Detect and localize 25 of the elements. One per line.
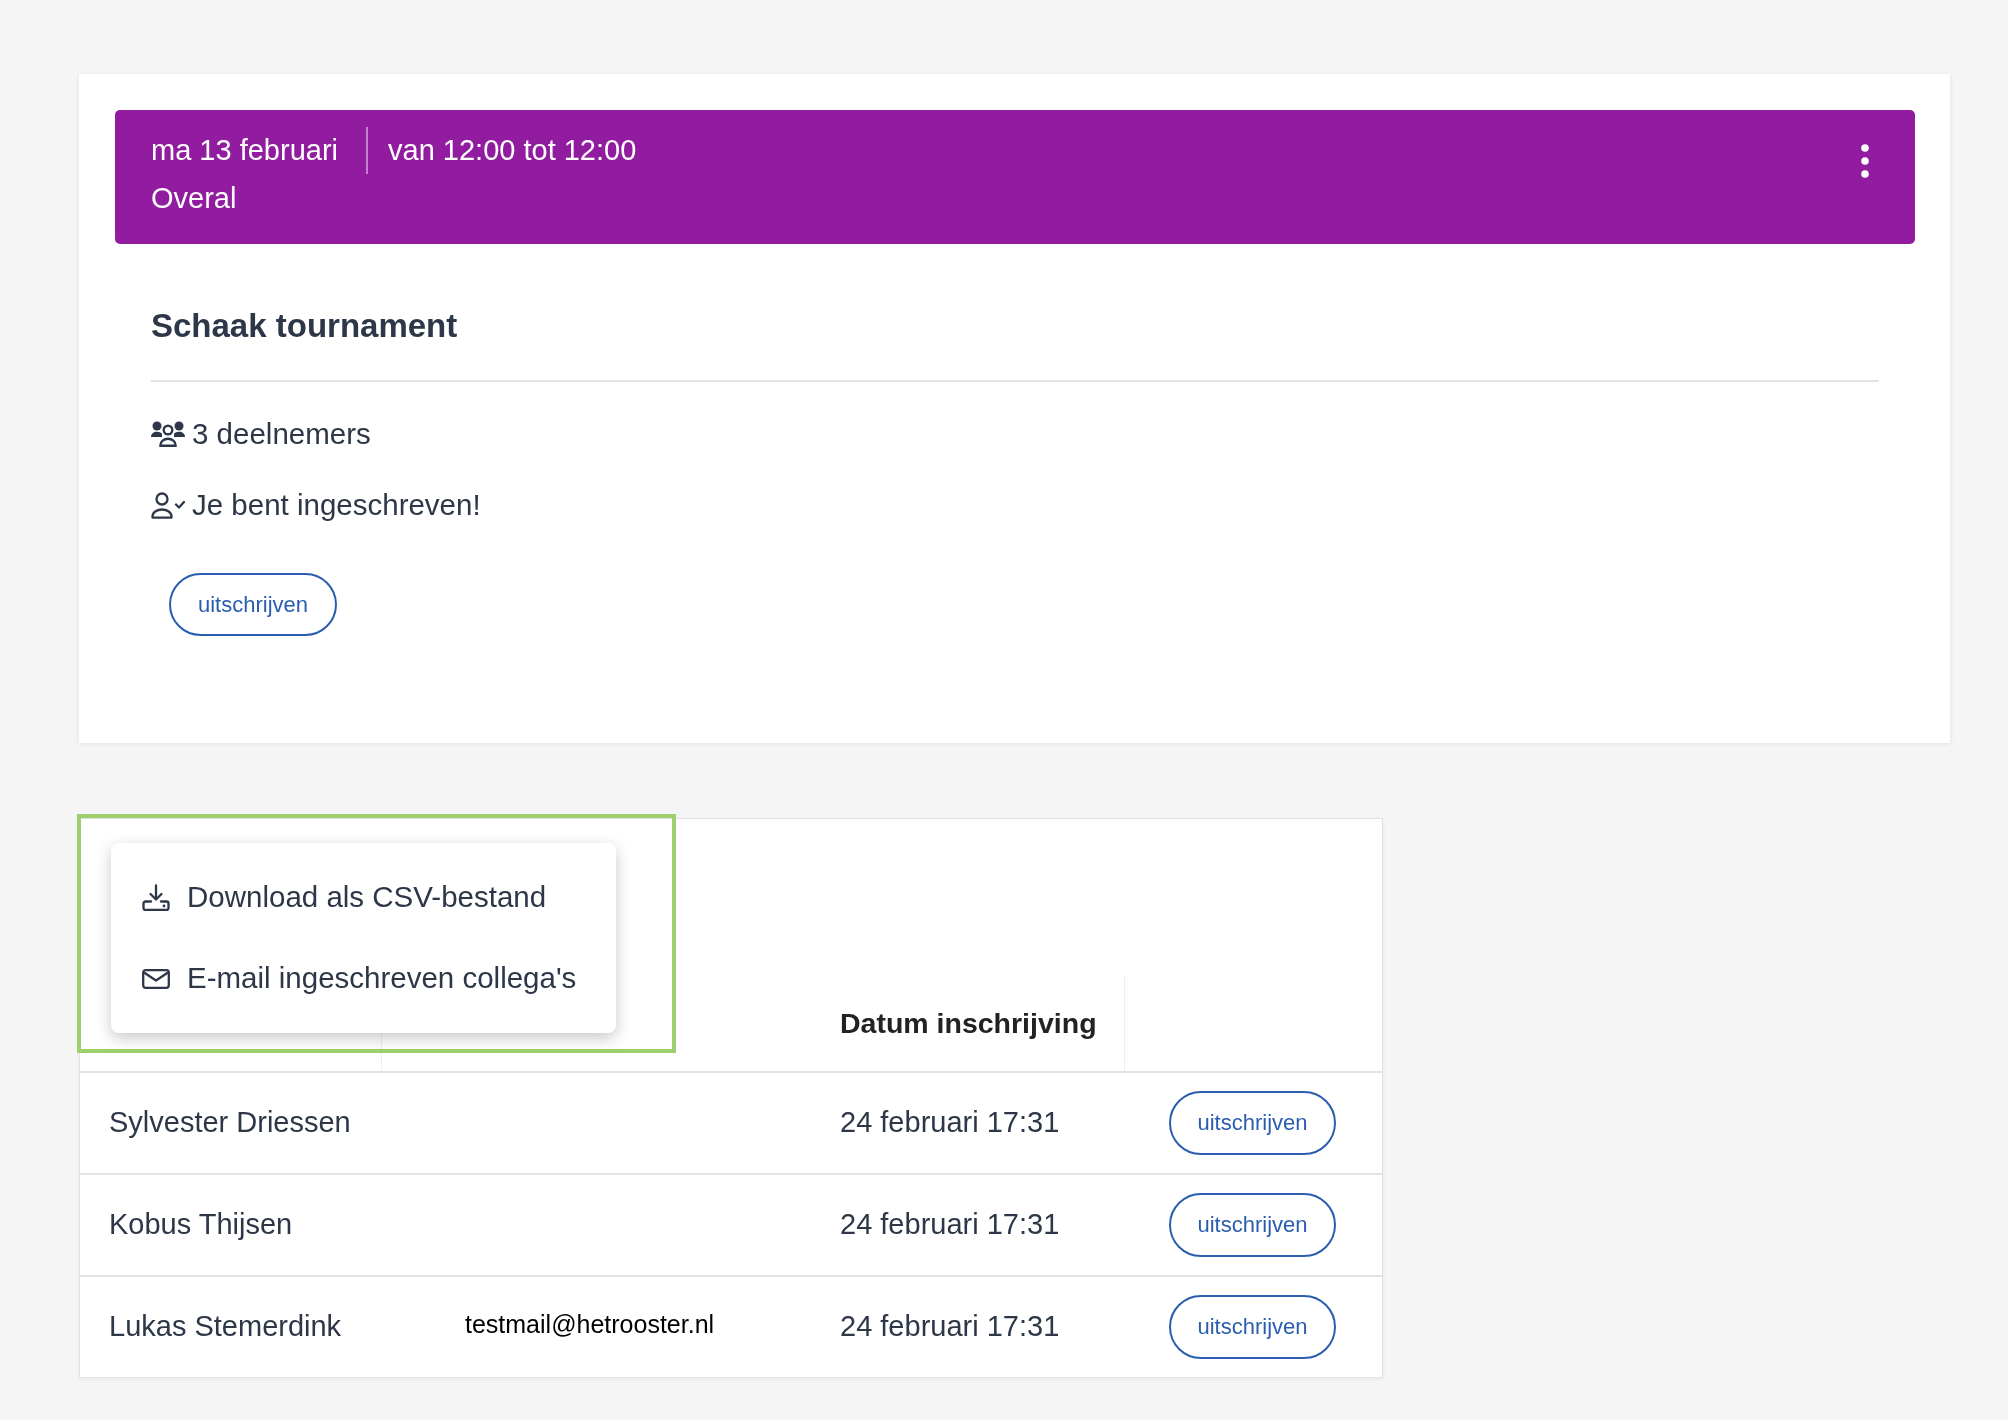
menu-item[interactable]: E-mail ingeschreven collega's — [111, 938, 616, 1019]
registration-status: Je bent ingeschreven! — [192, 488, 481, 522]
event-location: Overal — [151, 182, 237, 214]
person-check-icon — [151, 491, 185, 519]
event-time: van 12:00 tot 12:00 — [388, 132, 637, 168]
envelope-icon — [142, 968, 170, 989]
more-icon[interactable] — [1861, 144, 1869, 178]
event-title: Schaak tournament — [151, 307, 458, 345]
participant-name: Sylvester Driessen — [109, 1105, 351, 1141]
unsubscribe-button[interactable]: uitschrijven — [1169, 1295, 1336, 1359]
participant-name: Lukas Stemerdink — [109, 1309, 342, 1345]
registration-date: 24 februari 17:31 — [840, 1105, 1060, 1141]
participant-name: Kobus Thijsen — [109, 1207, 293, 1243]
menu-item[interactable]: Download als CSV-bestand — [111, 857, 616, 938]
group-icon — [151, 421, 185, 447]
download-icon — [142, 884, 170, 911]
column-heading: Datum inschrijving — [840, 1005, 1097, 1041]
event-date: ma 13 februari — [151, 132, 338, 168]
unsubscribe-button[interactable]: uitschrijven — [1169, 1193, 1336, 1257]
registration-date: 24 februari 17:31 — [840, 1309, 1060, 1345]
unsubscribe-button[interactable]: uitschrijven — [1169, 1091, 1336, 1155]
registration-date: 24 februari 17:31 — [840, 1207, 1060, 1243]
participant-count: 3 deelnemers — [192, 417, 371, 451]
email-address: testmail@hetrooster.nl — [465, 1309, 715, 1341]
unsubscribe-button[interactable]: uitschrijven — [169, 573, 337, 636]
